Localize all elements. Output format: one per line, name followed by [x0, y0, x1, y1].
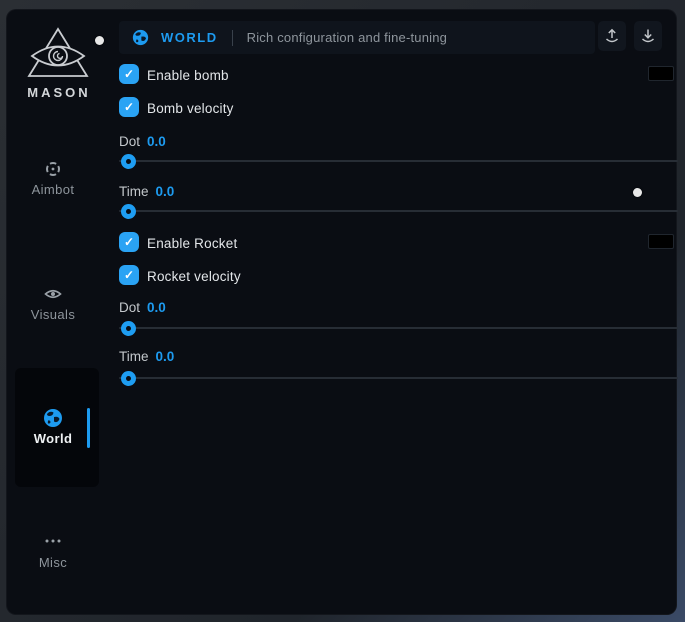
sidebar-item-label-aimbot: Aimbot	[7, 182, 99, 197]
bomb-dot-slider-label: Dot 0.0	[119, 134, 166, 149]
bomb-dot-slider-handle[interactable]	[121, 154, 136, 169]
bomb-velocity-label: Bomb velocity	[147, 101, 234, 116]
rocket-velocity-checkbox[interactable]: ✓	[119, 265, 139, 285]
header-divider	[232, 30, 233, 46]
rocket-dot-slider-track[interactable]	[119, 327, 678, 329]
rocket-color-swatch[interactable]	[648, 234, 674, 249]
sidebar-item-label-visuals: Visuals	[7, 307, 99, 322]
check-icon: ✓	[124, 67, 134, 81]
upload-icon	[604, 28, 620, 44]
rocket-time-slider-handle[interactable]	[121, 371, 136, 386]
bomb-time-slider-value: 0.0	[156, 184, 175, 199]
bomb-time-slider-label: Time 0.0	[119, 184, 174, 199]
check-icon: ✓	[124, 268, 134, 282]
cursor-dot	[95, 36, 104, 45]
rocket-time-slider-value: 0.0	[156, 349, 175, 364]
download-icon	[640, 28, 656, 44]
active-tab-indicator	[87, 408, 90, 448]
bomb-time-slider-handle[interactable]	[121, 204, 136, 219]
bomb-time-slider-track[interactable]	[119, 210, 678, 212]
enable-bomb-checkbox[interactable]: ✓	[119, 64, 139, 84]
eye-icon	[44, 285, 62, 303]
crosshair-icon	[44, 160, 62, 178]
bomb-dot-slider-value: 0.0	[147, 134, 166, 149]
ellipsis-icon	[44, 537, 62, 545]
upload-config-button[interactable]	[598, 21, 626, 51]
rocket-velocity-label: Rocket velocity	[147, 269, 241, 284]
bomb-velocity-checkbox[interactable]: ✓	[119, 97, 139, 117]
bomb-dot-slider-track[interactable]	[119, 160, 678, 162]
rocket-time-slider-track[interactable]	[119, 377, 678, 379]
cheat-menu-window: MASON Aimbot Visuals World Misc W	[6, 9, 677, 615]
rocket-dot-slider-handle[interactable]	[121, 321, 136, 336]
page-header: WORLD Rich configuration and fine-tuning	[119, 21, 595, 54]
check-icon: ✓	[124, 235, 134, 249]
rocket-time-slider-label: Time 0.0	[119, 349, 174, 364]
globe-icon	[132, 29, 149, 46]
globe-icon	[43, 408, 63, 428]
bomb-color-swatch[interactable]	[648, 66, 674, 81]
enable-rocket-label: Enable Rocket	[147, 236, 237, 251]
page-subtitle: Rich configuration and fine-tuning	[247, 30, 447, 45]
white-dot	[633, 188, 642, 197]
download-config-button[interactable]	[634, 21, 662, 51]
eye-pyramid-logo-icon	[24, 26, 92, 82]
check-icon: ✓	[124, 100, 134, 114]
enable-rocket-checkbox[interactable]: ✓	[119, 232, 139, 252]
enable-bomb-label: Enable bomb	[147, 68, 229, 83]
sidebar-item-label-misc: Misc	[7, 555, 99, 570]
rocket-dot-slider-label: Dot 0.0	[119, 300, 166, 315]
page-title: WORLD	[161, 30, 218, 45]
rocket-dot-slider-value: 0.0	[147, 300, 166, 315]
sidebar-item-label-world: World	[7, 431, 99, 446]
brand-name: MASON	[7, 85, 111, 100]
